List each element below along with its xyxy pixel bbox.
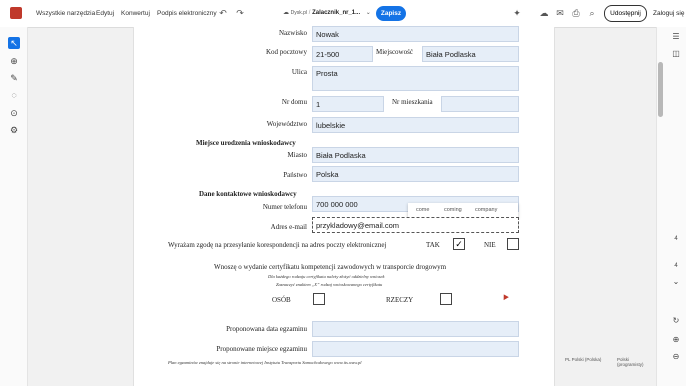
miasto-field[interactable]: Biała Podlaska bbox=[312, 147, 519, 163]
page-current: 4 bbox=[674, 236, 678, 242]
cloud-icon: ☁ bbox=[283, 10, 289, 16]
nr-domu-field[interactable]: 1 bbox=[312, 96, 384, 112]
path-separator: / bbox=[308, 10, 311, 16]
kod-pocztowy-field[interactable]: 21-500 bbox=[312, 46, 373, 62]
stamp-icon[interactable]: ⚙ bbox=[8, 124, 20, 136]
exam-place-field[interactable] bbox=[312, 341, 519, 357]
tak-label: TAK bbox=[426, 241, 440, 249]
chevron-down-icon[interactable]: ⌄ bbox=[671, 277, 681, 287]
rzeczy-label: RZECZY bbox=[386, 296, 414, 304]
keyboard-layout-option[interactable]: Polski (programisty) bbox=[617, 357, 656, 367]
consent-text: Wyrażam zgodę na przesyłanie koresponden… bbox=[168, 241, 387, 249]
certificate-title: Wnoszę o wydanie certyfikatu kompetencji… bbox=[214, 263, 447, 271]
language-bar: PL Polski (Polska) Polski (programisty) bbox=[553, 352, 656, 368]
nr-mieszkania-label: Nr mieszkania bbox=[392, 98, 433, 106]
vertical-scrollbar[interactable] bbox=[658, 62, 663, 117]
select-cursor-icon[interactable]: ↖ bbox=[8, 37, 20, 49]
pen-icon[interactable]: ✎ bbox=[8, 72, 20, 84]
nr-mieszkania-field[interactable] bbox=[441, 96, 519, 112]
miejscowosc-label: Miejscowość bbox=[376, 48, 413, 56]
zoom-in-icon[interactable]: ⊕ bbox=[671, 335, 681, 345]
zoom-out-icon[interactable]: ⊖ bbox=[671, 352, 681, 362]
exam-date-field[interactable] bbox=[312, 321, 519, 337]
suggestion-item[interactable]: company bbox=[475, 207, 497, 213]
panstwo-label: Państwo bbox=[283, 171, 307, 179]
redo-icon[interactable]: ↷ bbox=[235, 8, 245, 18]
wojewodztwo-field[interactable]: lubelskie bbox=[312, 117, 519, 133]
email-field[interactable]: przykladowy@email.com bbox=[312, 217, 519, 233]
login-link[interactable]: Zaloguj się bbox=[653, 0, 684, 27]
menu-edit[interactable]: Edytuj bbox=[96, 0, 114, 27]
undo-icon[interactable]: ↶ bbox=[218, 8, 228, 18]
nr-domu-label: Nr domu bbox=[281, 98, 307, 106]
file-name: Zalacznik_nr_1... bbox=[312, 10, 361, 16]
left-toolbar: ↖ ⊕ ✎ ◌ ⊙ ⚙ bbox=[0, 27, 28, 386]
language-option[interactable]: PL Polski (Polska) bbox=[565, 357, 601, 362]
ulica-field[interactable]: Prosta bbox=[312, 66, 519, 91]
email-label: Adres e-mail bbox=[270, 223, 307, 231]
telefon-label: Numer telefonu bbox=[262, 203, 307, 211]
save-button[interactable]: Zapisz bbox=[376, 6, 406, 21]
birthplace-section-heading: Miejsce urodzenia wnioskodawcy bbox=[196, 139, 296, 147]
nazwisko-label: Nazwisko bbox=[279, 29, 307, 37]
osob-checkbox[interactable] bbox=[313, 293, 325, 305]
kod-pocztowy-label: Kod pocztowy bbox=[265, 48, 307, 56]
autocomplete-popup: come coming company bbox=[408, 203, 518, 218]
file-title-group[interactable]: ☁ Dysk.pl / Zalacznik_nr_1... ⌄ bbox=[283, 5, 371, 21]
ai-assistant-icon[interactable]: ✦ bbox=[512, 8, 522, 18]
file-location: Dysk.pl bbox=[290, 10, 308, 16]
certificate-note-1: Dla każdego rodzaju certyfikatu należy z… bbox=[268, 274, 385, 279]
nie-checkbox[interactable] bbox=[507, 238, 519, 250]
page-total: 4 bbox=[674, 263, 678, 269]
osob-label: OSÓB bbox=[272, 296, 291, 304]
contact-section-heading: Dane kontaktowe wnioskodawcy bbox=[199, 190, 297, 198]
chevron-down-icon[interactable]: ⌄ bbox=[366, 10, 371, 16]
exam-place-label: Proponowane miejsce egzaminu bbox=[216, 345, 307, 353]
chat-icon[interactable]: ☰ bbox=[671, 32, 681, 42]
ulica-label: Ulica bbox=[291, 68, 307, 76]
menu-all-tools[interactable]: Wszystkie narzędzia bbox=[36, 0, 95, 27]
wojewodztwo-label: Województwo bbox=[266, 120, 307, 128]
cloud-upload-icon[interactable]: ☁ bbox=[539, 8, 549, 18]
lasso-icon[interactable]: ◌ bbox=[8, 89, 20, 101]
panstwo-field[interactable]: Polska bbox=[312, 166, 519, 182]
menu-sign[interactable]: Podpis elektroniczny bbox=[157, 0, 217, 27]
exam-date-label: Proponowana data egzaminu bbox=[226, 325, 307, 333]
nazwisko-field[interactable]: Nowak bbox=[312, 26, 519, 42]
top-toolbar: Wszystkie narzędzia Edytuj Konwertuj Pod… bbox=[0, 0, 686, 28]
mail-icon[interactable]: ✉ bbox=[555, 8, 565, 18]
nie-label: NIE bbox=[484, 241, 496, 249]
certificate-note-2: Zaznaczyć znakiem „X” rodzaj wnioskowane… bbox=[276, 282, 383, 287]
acrobat-logo-icon bbox=[10, 7, 22, 19]
suggestion-item[interactable]: coming bbox=[444, 207, 462, 213]
search-icon[interactable]: ⌕ bbox=[587, 8, 597, 18]
text-recognition-icon[interactable]: ⊙ bbox=[8, 107, 20, 119]
footer-note: Plan egzaminów znajduje się na stronie i… bbox=[168, 360, 362, 365]
print-icon[interactable]: ⎙ bbox=[571, 8, 581, 18]
share-button[interactable]: Udostępnij bbox=[604, 5, 647, 22]
add-comment-icon[interactable]: ⊕ bbox=[8, 55, 20, 67]
tak-checkbox[interactable]: ✓ bbox=[453, 238, 465, 250]
rzeczy-checkbox[interactable] bbox=[440, 293, 452, 305]
suggestion-item[interactable]: come bbox=[416, 207, 429, 213]
miasto-label: Miasto bbox=[287, 151, 307, 159]
refresh-icon[interactable]: ↻ bbox=[671, 316, 681, 326]
menu-convert[interactable]: Konwertuj bbox=[121, 0, 150, 27]
miejscowosc-field[interactable]: Biała Podlaska bbox=[422, 46, 519, 62]
comment-panel-icon[interactable]: ◫ bbox=[671, 49, 681, 59]
